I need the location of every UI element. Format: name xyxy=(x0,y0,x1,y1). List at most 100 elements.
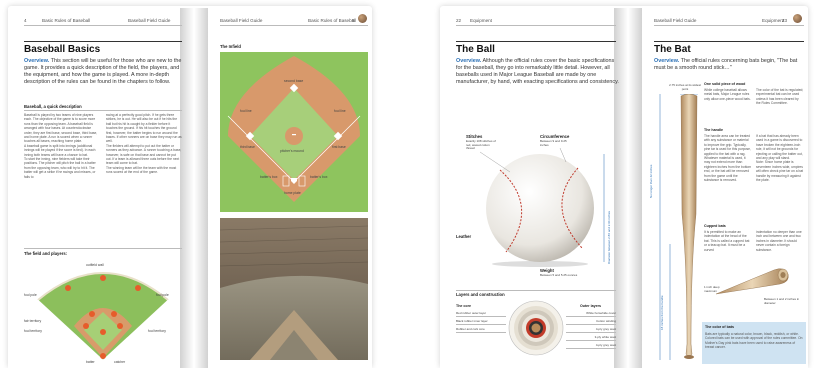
label-foul-territory-right: foul territory xyxy=(148,329,166,333)
label-outfield-wall: outfield wall xyxy=(86,263,104,267)
core-row: Red rubber outer layer xyxy=(456,311,506,317)
cup-indent xyxy=(780,272,786,278)
overview: Overview. The official rules concerning … xyxy=(654,58,804,72)
player-left-field xyxy=(65,285,71,291)
ball xyxy=(486,154,594,262)
player-first xyxy=(117,323,123,329)
solid-head: One solid piece of wood xyxy=(704,82,746,86)
outer-row: 4-ply grey wool xyxy=(566,343,616,349)
cross-section-illustration xyxy=(508,300,564,356)
core-head: The core xyxy=(456,304,471,308)
title-rule xyxy=(654,41,804,42)
handle-text-2: If a bat that has already been used in a… xyxy=(756,134,804,183)
page-number: 22 xyxy=(456,18,462,23)
page-22: 22 Equipment The Ball Overview. Although… xyxy=(440,8,628,368)
color-rule-text: The color of the bat is regulated; exper… xyxy=(756,88,804,106)
outer-row: White horsehide cover xyxy=(566,311,616,317)
bat-dim-length: No longer than 42 inches xyxy=(649,164,653,198)
cupped-bat-illustration xyxy=(715,268,789,295)
header-rule xyxy=(456,25,616,26)
overview-label: Overview. xyxy=(24,58,50,64)
page-number: 23 xyxy=(782,18,788,23)
solid-text: While college baseball allows metal bats… xyxy=(704,88,751,101)
author-avatar-icon xyxy=(358,14,367,23)
leader-stitches xyxy=(479,151,511,173)
rubber xyxy=(292,134,296,136)
core-row: Black rubber inner layer xyxy=(456,319,506,325)
outer-head: Outer layers xyxy=(580,304,601,308)
color-box: The color of bats Bats are typically a n… xyxy=(702,322,806,364)
color-head: The color of bats xyxy=(705,325,734,329)
handle-text: The handle area can be treated with any … xyxy=(704,134,752,183)
field-diagram: outfield wall foul pole foul pole fair t… xyxy=(24,263,169,364)
running-head: Basic Rules of Baseball xyxy=(308,18,357,23)
overview-text: Although the official rules cover the ba… xyxy=(456,58,619,85)
page-title: The Ball xyxy=(456,44,495,55)
cupped-text: It is permitted to make an indentation a… xyxy=(704,230,750,252)
player-third xyxy=(83,323,89,329)
title-rule xyxy=(24,41,182,42)
guide-title: Baseball Field Guide xyxy=(654,18,697,23)
subhead-field: The field and players: xyxy=(24,251,68,256)
pitchers-mound xyxy=(285,127,303,145)
running-head: Equipment xyxy=(762,18,784,23)
section-infield: The Infield xyxy=(220,44,241,49)
overview: Overview. Although the official rules co… xyxy=(456,58,622,86)
overview: Overview. This section will be useful fo… xyxy=(24,58,186,86)
label-foul-territory: foul territory xyxy=(24,329,42,333)
running-head: Equipment xyxy=(470,18,492,23)
cupped-text-2: indentation no deeper than one inch and … xyxy=(756,230,802,252)
author-avatar-icon xyxy=(793,14,802,23)
label-batters-box-left: batter's box xyxy=(260,175,278,179)
handle-head: The handle xyxy=(704,128,723,132)
cupped-bat xyxy=(715,268,789,295)
bat-dim-top: 2.75 inches at its widest point xyxy=(669,83,701,91)
player-second xyxy=(111,311,117,317)
header-rule xyxy=(654,25,804,26)
page-5: Baseball Field Guide Basic Rules of Base… xyxy=(194,8,372,368)
label-batters-box-right: batter's box xyxy=(310,175,328,179)
baseball-illustration xyxy=(479,148,605,267)
title-rule xyxy=(456,41,616,42)
layer-cork-core xyxy=(531,323,541,333)
infield-diagram: second base foul line foul line pitcher'… xyxy=(220,52,368,212)
page-4: 4 Basic Rules of Baseball Baseball Field… xyxy=(8,8,194,368)
callout-diameter: Diameter between 2.86 and 2.94 inches xyxy=(607,210,611,264)
core-row: Rubber and cork core xyxy=(456,327,506,333)
label-first-base: first base xyxy=(332,145,346,149)
header-rule xyxy=(24,25,182,26)
player-shortstop xyxy=(89,311,95,317)
layers-head: Layers and construction xyxy=(456,292,505,297)
label-fair-territory: fair territory xyxy=(24,319,41,323)
bat-dim-handle: 18 inches from the handle xyxy=(660,295,664,330)
body-col-1: Baseball is played by two teams of nine … xyxy=(24,113,98,179)
label-foul-line-right: foul line xyxy=(334,109,346,113)
label-foul-pole-left: foul pole xyxy=(24,293,37,297)
outer-row: Cotton winding xyxy=(566,319,616,325)
guide-title: Baseball Field Guide xyxy=(128,18,171,23)
bat-body xyxy=(680,94,698,358)
callout-weight-note: Between 5 and 5.25 ounces xyxy=(540,273,578,277)
gutter-shadow xyxy=(628,8,642,368)
page-number: 5 xyxy=(352,18,355,23)
label-batter: batter xyxy=(86,360,96,364)
label-third-base: third base xyxy=(240,145,255,149)
player-catcher xyxy=(100,353,106,359)
rule xyxy=(456,290,616,291)
rule xyxy=(24,110,182,111)
overview-label: Overview. xyxy=(654,58,680,64)
page-title: Baseball Basics xyxy=(24,44,101,55)
knob-note: 1 inch deep maximum xyxy=(704,285,720,293)
subhead-description: Baseball, a quick description xyxy=(24,104,82,109)
color-text: Bats are typically a natural color, brow… xyxy=(705,332,803,350)
callout-leather: Leather xyxy=(456,234,472,239)
page-23: Baseball Field Guide Equipment 23 The Ba… xyxy=(628,8,808,368)
label-foul-line-left: foul line xyxy=(240,109,252,113)
gutter-shadow xyxy=(194,8,208,368)
header-rule xyxy=(220,25,368,26)
outer-row: 4-ply grey wool xyxy=(566,327,616,333)
label-pitchers-mound: pitcher's mound xyxy=(280,149,304,153)
label-catcher: catcher xyxy=(114,360,126,364)
outer-row: 3-ply white wool xyxy=(566,335,616,341)
guide-title: Baseball Field Guide xyxy=(220,18,263,23)
